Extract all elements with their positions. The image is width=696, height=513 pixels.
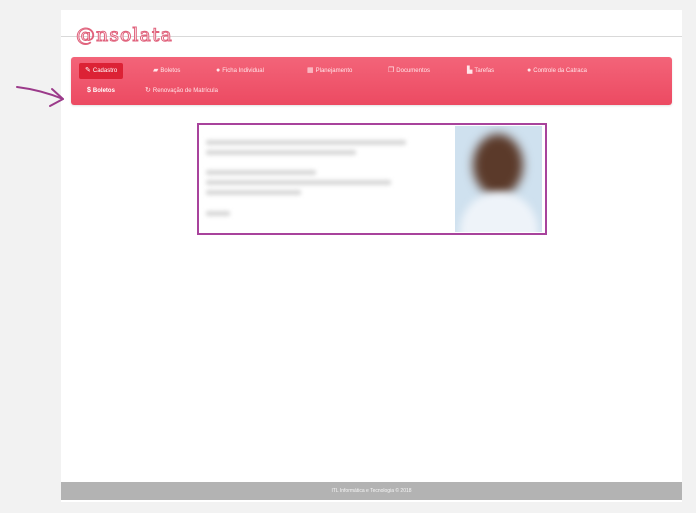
nav-item-label: Planejamento: [315, 68, 353, 74]
nav-item-planejamento[interactable]: ▦ Planejamento: [307, 63, 352, 79]
nav-item-boletos[interactable]: ▰ Boletos: [153, 63, 180, 79]
nav-item-label: Cadastro: [92, 68, 118, 74]
tickets-icon: ▰: [153, 67, 159, 74]
nav-item-controle-catraca[interactable]: ● Controle da Catraca: [527, 63, 587, 79]
nav-item-label: Boletos: [92, 88, 115, 94]
edit-icon: ✎: [85, 67, 91, 74]
blurred-text-line: [206, 150, 356, 155]
nav-item-label: Ficha Individual: [222, 68, 264, 74]
nav-item-boletos-dollar[interactable]: $ Boletos: [87, 83, 115, 99]
nav-item-label: Boletos: [160, 68, 181, 74]
table-icon: ▦: [307, 67, 314, 74]
nav-item-renovacao-matricula[interactable]: ↻ Renovação de Matrícula: [145, 83, 218, 99]
student-photo: [455, 126, 542, 232]
blurred-text-line: [206, 170, 316, 175]
main-navbar: ✎ Cadastro ▰ Boletos ● Ficha Individual ▦ Pl…: [71, 57, 672, 105]
blurred-text-line: [206, 211, 230, 216]
blurred-text-line: [206, 180, 391, 185]
nav-item-label: Documentos: [396, 68, 430, 74]
brand-logo[interactable]: @nsolata: [76, 23, 173, 47]
annotation-arrow-icon: [16, 86, 64, 107]
nav-item-ficha-individual[interactable]: ● Ficha Individual: [216, 63, 264, 79]
nav-item-documentos[interactable]: ❐ Documentos: [388, 63, 430, 79]
dollar-icon: $: [87, 87, 91, 94]
comment-icon: ●: [216, 67, 221, 74]
blurred-text-line: [206, 190, 301, 195]
blurred-text-line: [206, 140, 406, 145]
nav-item-label: Tarefas: [474, 68, 495, 74]
nav-item-label: Renovação de Matrícula: [152, 88, 218, 94]
info-icon: ●: [527, 67, 532, 74]
files-icon: ❐: [388, 67, 395, 74]
file-icon: ▙: [467, 67, 473, 74]
footer-copyright: ITL Informática e Tecnologia © 2018: [331, 488, 412, 494]
nav-item-tarefas[interactable]: ▙ Tarefas: [467, 63, 494, 79]
student-info-card: [197, 123, 547, 235]
refresh-icon: ↻: [145, 87, 151, 94]
nav-item-cadastro[interactable]: ✎ Cadastro: [79, 63, 124, 79]
nav-item-label: Controle da Catraca: [533, 68, 587, 74]
page-footer: ITL Informática e Tecnologia © 2018: [61, 482, 682, 500]
